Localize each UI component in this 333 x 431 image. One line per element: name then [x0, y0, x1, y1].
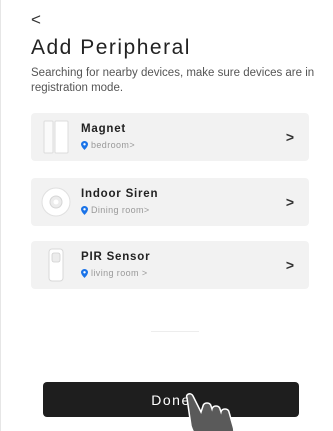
siren-icon [41, 187, 71, 217]
back-button[interactable]: < [31, 11, 41, 29]
device-location: bedroom> [81, 140, 135, 150]
pir-sensor-icon [48, 248, 64, 282]
page-subtitle: Searching for nearby devices, make sure … [31, 67, 315, 94]
divider [151, 331, 199, 332]
done-button[interactable]: Done [43, 382, 299, 417]
device-name: Indoor Siren [81, 188, 159, 200]
magnet-sensor-icon [43, 120, 69, 154]
location-pin-icon [81, 205, 88, 215]
device-name: PIR Sensor [81, 251, 151, 263]
location-pin-icon [81, 140, 88, 150]
device-location-label: Dining room> [91, 205, 150, 215]
add-peripheral-screen: < Add Peripheral Searching for nearby de… [0, 0, 333, 431]
device-card-magnet[interactable]: Magnet bedroom> > [31, 113, 309, 161]
device-card-indoor-siren[interactable]: Indoor Siren Dining room> > [31, 178, 309, 226]
chevron-right-icon: > [285, 257, 294, 273]
device-location: living room > [81, 268, 147, 278]
device-name: Magnet [81, 123, 127, 135]
location-pin-icon [81, 268, 88, 278]
device-location-label: bedroom> [91, 140, 135, 150]
device-location-label: living room > [91, 268, 148, 278]
chevron-right-icon: > [285, 194, 294, 210]
device-location: Dining room> [81, 205, 150, 215]
tap-hand-icon [185, 393, 235, 431]
page-title: Add Peripheral [31, 36, 191, 59]
chevron-right-icon: > [285, 129, 294, 145]
device-card-pir-sensor[interactable]: PIR Sensor living room > > [31, 241, 309, 289]
